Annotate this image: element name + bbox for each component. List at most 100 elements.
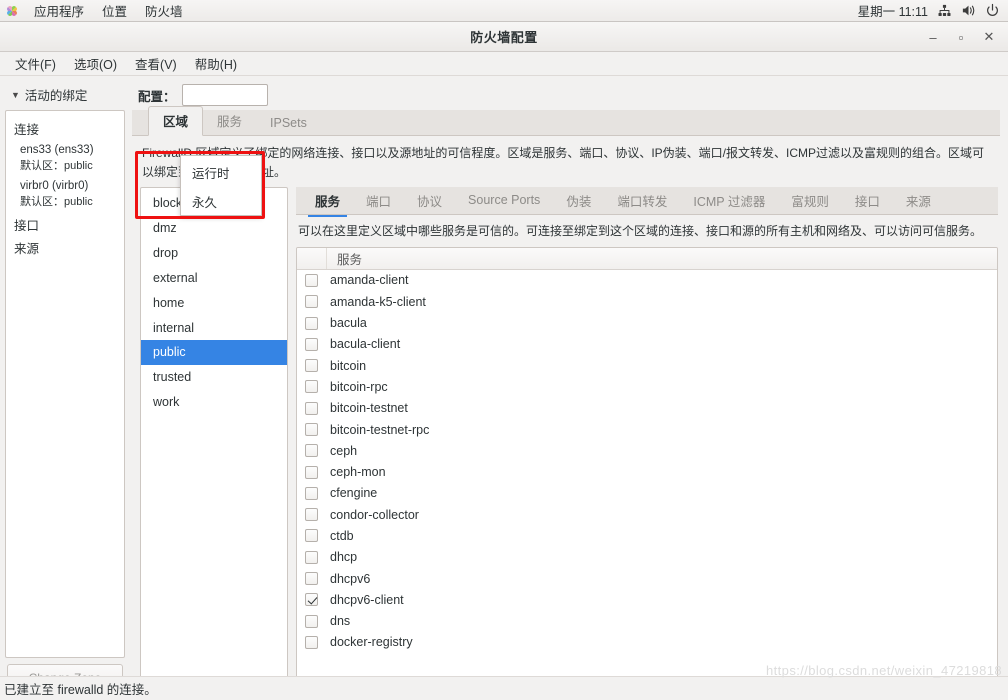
zone-item-work[interactable]: work: [141, 390, 287, 415]
service-checkbox[interactable]: [305, 337, 318, 351]
panel-item-places[interactable]: 位置: [93, 0, 136, 22]
service-checkbox[interactable]: [305, 423, 318, 436]
service-checkbox[interactable]: [305, 465, 318, 479]
service-checkbox[interactable]: [305, 486, 318, 500]
power-icon[interactable]: [985, 3, 1000, 18]
service-checkbox[interactable]: [305, 529, 318, 543]
service-checkbox[interactable]: [305, 359, 318, 373]
table-row[interactable]: bitcoin: [297, 355, 997, 376]
table-row[interactable]: bitcoin-testnet: [297, 398, 997, 419]
subtab-protocols[interactable]: 协议: [404, 186, 455, 216]
zone-item-home[interactable]: home: [141, 291, 287, 316]
menu-help[interactable]: 帮助(H): [186, 51, 246, 76]
service-checkbox[interactable]: [305, 572, 318, 586]
dropdown-option-permanent[interactable]: 永久: [181, 187, 261, 216]
table-row[interactable]: dhcpv6-client: [297, 589, 997, 610]
configuration-dropdown-menu[interactable]: 运行时 永久: [180, 155, 262, 216]
service-checkbox[interactable]: [305, 550, 318, 564]
panel-item-firewall[interactable]: 防火墙: [136, 0, 192, 22]
dropdown-option-runtime[interactable]: 运行时: [181, 158, 261, 187]
binding-item-ens33[interactable]: ens33 (ens33) 默认区：public: [6, 140, 124, 176]
services-description: 可以在这里定义区域中哪些服务是可信的。可连接至绑定到这个区域的连接、接口和源的所…: [298, 224, 983, 239]
subtab-ports[interactable]: 端口: [353, 186, 404, 216]
subtab-port-forwarding[interactable]: 端口转发: [604, 186, 680, 216]
service-checkbox[interactable]: [305, 635, 318, 649]
subtab-icmp-filter[interactable]: ICMP 过滤器: [680, 186, 778, 216]
zone-item-drop[interactable]: drop: [141, 241, 287, 266]
table-row[interactable]: bacula-client: [297, 334, 997, 355]
bindings-group-sources: 来源: [14, 241, 40, 256]
table-row[interactable]: amanda-client: [297, 270, 997, 291]
table-row[interactable]: bitcoin-rpc: [297, 376, 997, 397]
active-bindings-header[interactable]: ▼ 活动的绑定: [5, 82, 125, 110]
service-checkbox[interactable]: [305, 401, 318, 415]
table-row[interactable]: amanda-k5-client: [297, 291, 997, 312]
subtab-services[interactable]: 服务: [302, 186, 353, 217]
zone-list[interactable]: block dmz drop external home internal pu…: [140, 187, 288, 696]
table-row[interactable]: ceph-mon: [297, 461, 997, 482]
tab-services[interactable]: 服务: [203, 107, 256, 135]
bindings-list[interactable]: 连接 ens33 (ens33) 默认区：public virbr0 (virb…: [5, 110, 125, 658]
minimize-button[interactable]: –: [920, 25, 946, 49]
close-button[interactable]: ✕: [976, 25, 1002, 49]
service-checkbox[interactable]: [305, 444, 318, 458]
tab-ipsets[interactable]: IPSets: [256, 112, 321, 135]
menu-view[interactable]: 查看(V): [126, 51, 186, 76]
service-name: docker-registry: [330, 635, 413, 650]
table-row[interactable]: bacula: [297, 312, 997, 333]
table-row[interactable]: cfengine: [297, 483, 997, 504]
panel-clock[interactable]: 星期一 11:11: [858, 1, 928, 20]
services-table-body: amanda-client amanda-k5-client bacula ba…: [297, 270, 997, 695]
table-row[interactable]: dns: [297, 611, 997, 632]
subtab-rich-rules[interactable]: 富规则: [778, 186, 842, 216]
subtab-source-ports[interactable]: Source Ports: [455, 188, 553, 213]
binding-name: ens33 (ens33): [20, 144, 94, 156]
service-checkbox[interactable]: [305, 380, 318, 394]
network-icon[interactable]: [937, 3, 952, 18]
zone-item-internal[interactable]: internal: [141, 316, 287, 341]
table-row[interactable]: condor-collector: [297, 504, 997, 525]
zone-detail-pane: 服务 端口 协议 Source Ports 伪装 端口转发 ICMP 过滤器 富…: [296, 187, 998, 696]
zone-description: FirewallD 区域定义了绑定的网络连接、接口以及源地址的可信程度。区域是服…: [142, 146, 985, 179]
service-checkbox[interactable]: [305, 614, 318, 628]
zone-item-external[interactable]: external: [141, 266, 287, 291]
service-checkbox[interactable]: [305, 295, 318, 309]
status-message: 已建立至 firewalld 的连接。: [4, 683, 157, 697]
table-row[interactable]: ctdb: [297, 525, 997, 546]
service-checkbox[interactable]: [305, 316, 318, 330]
service-checkbox[interactable]: [305, 508, 318, 522]
zone-item-public[interactable]: public: [141, 340, 287, 366]
configuration-select[interactable]: [181, 84, 268, 106]
zone-item-trusted[interactable]: trusted: [141, 365, 287, 390]
window-titlebar: 防火墙配置 – ▫ ✕: [0, 22, 1008, 52]
service-name: condor-collector: [330, 507, 419, 522]
tab-zones[interactable]: 区域: [148, 106, 204, 136]
table-row[interactable]: dhcpv6: [297, 568, 997, 589]
binding-zone: 默认区：public: [20, 195, 93, 208]
subtab-interfaces[interactable]: 接口: [842, 186, 893, 216]
firewall-config-window: 防火墙配置 – ▫ ✕ 文件(F) 选项(O) 查看(V) 帮助(H) ▼ 活动…: [0, 22, 1008, 700]
volume-icon[interactable]: [961, 3, 976, 18]
fedora-pinwheel-icon[interactable]: [4, 3, 20, 19]
subtab-sources[interactable]: 来源: [893, 186, 944, 216]
service-name: ceph-mon: [330, 465, 386, 480]
subtab-masquerading[interactable]: 伪装: [553, 186, 604, 216]
table-row[interactable]: docker-registry: [297, 632, 997, 653]
service-checkbox[interactable]: [305, 273, 318, 287]
menubar: 文件(F) 选项(O) 查看(V) 帮助(H): [0, 52, 1008, 76]
table-row[interactable]: dhcp: [297, 547, 997, 568]
binding-item-virbr0[interactable]: virbr0 (virbr0) 默认区：public: [6, 176, 124, 212]
menu-options[interactable]: 选项(O): [65, 51, 126, 76]
binding-zone: 默认区：public: [20, 159, 93, 172]
table-row[interactable]: ceph: [297, 440, 997, 461]
services-table[interactable]: 服务 amanda-client amanda-k5-client bacula…: [296, 246, 998, 696]
service-checkbox[interactable]: [305, 593, 318, 607]
binding-name: virbr0 (virbr0): [20, 180, 89, 193]
maximize-button[interactable]: ▫: [948, 25, 974, 49]
panel-item-applications[interactable]: 应用程序: [25, 0, 93, 22]
menu-file[interactable]: 文件(F): [6, 51, 65, 76]
table-row[interactable]: bitcoin-testnet-rpc: [297, 419, 997, 440]
service-name: bitcoin-testnet-rpc: [330, 422, 430, 437]
zone-item-dmz[interactable]: dmz: [141, 216, 287, 241]
gnome-top-panel: 应用程序 位置 防火墙 星期一 11:11: [0, 0, 1008, 22]
